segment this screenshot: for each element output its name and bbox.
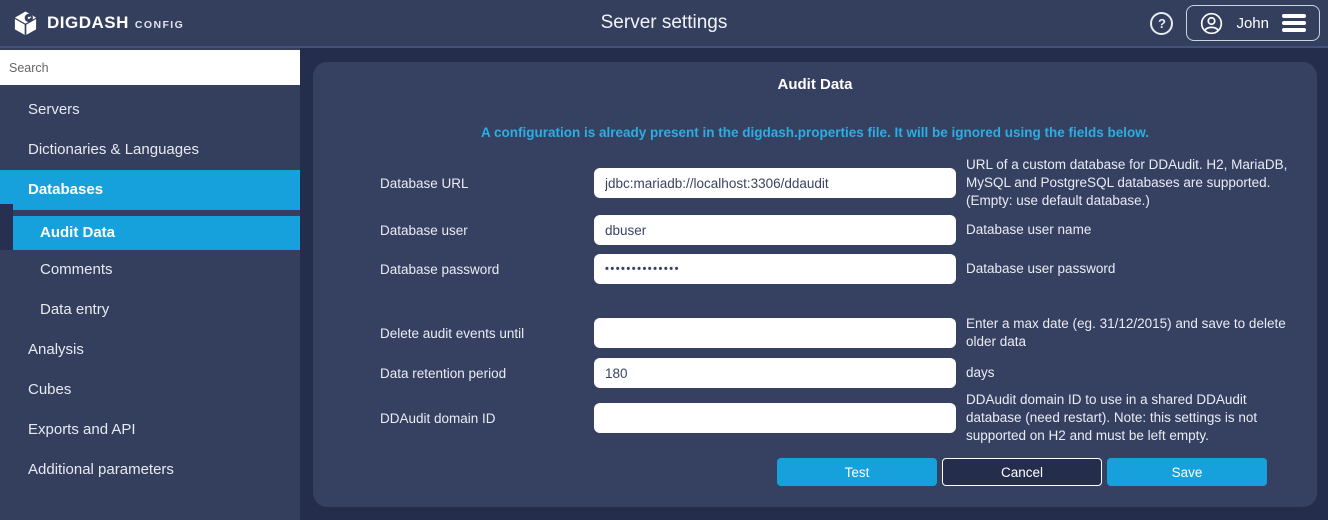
field-row-delete-audit-events-until: Delete audit events until Enter a max dat… bbox=[380, 315, 1317, 351]
field-row-ddaudit-domain-id: DDAudit domain ID DDAudit domain ID to us… bbox=[380, 391, 1317, 445]
app-root: DIGDASH CONFIG Server settings ? John Se… bbox=[0, 0, 1328, 520]
field-row-database-url: Database URL URL of a custom database for… bbox=[380, 156, 1317, 210]
field-row-database-user: Database user Database user name bbox=[380, 215, 1317, 245]
save-button[interactable]: Save bbox=[1107, 458, 1267, 486]
form-actions: TestCancelSave bbox=[380, 458, 1317, 486]
header: DIGDASH CONFIG Server settings ? John bbox=[0, 0, 1328, 48]
field-help-database-url: URL of a custom database for DDAudit. H2… bbox=[966, 156, 1300, 210]
content: ServersDictionaries & LanguagesDatabases… bbox=[0, 48, 1328, 520]
panel-title: Audit Data bbox=[313, 62, 1317, 93]
database-user-input[interactable] bbox=[594, 215, 956, 245]
sidebar-item-comments[interactable]: Comments bbox=[0, 250, 300, 290]
field-label-delete-audit-events-until: Delete audit events until bbox=[380, 326, 594, 341]
user-menu[interactable]: John bbox=[1186, 5, 1320, 41]
header-actions: ? John bbox=[1150, 5, 1320, 41]
help-icon[interactable]: ? bbox=[1150, 12, 1173, 35]
sidebar-item-audit-data[interactable]: Audit Data bbox=[13, 216, 300, 250]
brand-suffix: CONFIG bbox=[135, 16, 184, 31]
field-label-database-url: Database URL bbox=[380, 176, 594, 191]
brand-name: DIGDASH bbox=[47, 13, 129, 33]
field-help-data-retention-period: days bbox=[966, 364, 1300, 382]
sidebar-item-dictionaries-languages[interactable]: Dictionaries & Languages bbox=[0, 130, 300, 170]
field-label-database-password: Database password bbox=[380, 262, 594, 277]
sidebar-item-exports-and-api[interactable]: Exports and API bbox=[0, 410, 300, 450]
sidebar-item-servers[interactable]: Servers bbox=[0, 90, 300, 130]
sidebar-nav: ServersDictionaries & LanguagesDatabases… bbox=[0, 90, 300, 490]
field-help-delete-audit-events-until: Enter a max date (eg. 31/12/2015) and sa… bbox=[966, 315, 1300, 351]
field-label-ddaudit-domain-id: DDAudit domain ID bbox=[380, 411, 594, 426]
field-row-data-retention-period: Data retention period days bbox=[380, 358, 1317, 388]
field-help-database-password: Database user password bbox=[966, 260, 1300, 278]
help-glyph: ? bbox=[1158, 16, 1166, 31]
sidebar: ServersDictionaries & LanguagesDatabases… bbox=[0, 48, 300, 520]
user-name: John bbox=[1236, 15, 1269, 32]
sidebar-item-databases[interactable]: Databases bbox=[0, 170, 300, 210]
ddaudit-domain-id-input[interactable] bbox=[594, 403, 956, 433]
field-help-ddaudit-domain-id: DDAudit domain ID to use in a shared DDA… bbox=[966, 391, 1300, 445]
delete-audit-events-until-input[interactable] bbox=[594, 318, 956, 348]
search-input[interactable] bbox=[0, 50, 300, 85]
digdash-logo-icon bbox=[12, 10, 39, 37]
page-title: Server settings bbox=[0, 12, 1328, 34]
active-subitem-notch bbox=[0, 204, 13, 250]
test-button[interactable]: Test bbox=[777, 458, 937, 486]
field-label-database-user: Database user bbox=[380, 223, 594, 238]
field-row-database-password: Database password Database user password bbox=[380, 254, 1317, 284]
sidebar-item-analysis[interactable]: Analysis bbox=[0, 330, 300, 370]
sidebar-item-additional-parameters[interactable]: Additional parameters bbox=[0, 450, 300, 490]
menu-icon[interactable] bbox=[1282, 14, 1306, 32]
field-label-data-retention-period: Data retention period bbox=[380, 366, 594, 381]
sidebar-item-data-entry[interactable]: Data entry bbox=[0, 290, 300, 330]
main-area: Audit Data A configuration is already pr… bbox=[300, 48, 1328, 520]
database-password-input[interactable] bbox=[594, 254, 956, 284]
settings-form: Database URL URL of a custom database for… bbox=[380, 156, 1317, 445]
field-help-database-user: Database user name bbox=[966, 221, 1300, 239]
config-notice: A configuration is already present in th… bbox=[313, 125, 1317, 140]
brand: DIGDASH CONFIG bbox=[12, 10, 184, 37]
database-url-input[interactable] bbox=[594, 168, 956, 198]
data-retention-period-input[interactable] bbox=[594, 358, 956, 388]
sidebar-item-cubes[interactable]: Cubes bbox=[0, 370, 300, 410]
user-avatar-icon bbox=[1200, 12, 1223, 35]
cancel-button[interactable]: Cancel bbox=[942, 458, 1102, 486]
audit-data-panel: Audit Data A configuration is already pr… bbox=[313, 62, 1317, 507]
